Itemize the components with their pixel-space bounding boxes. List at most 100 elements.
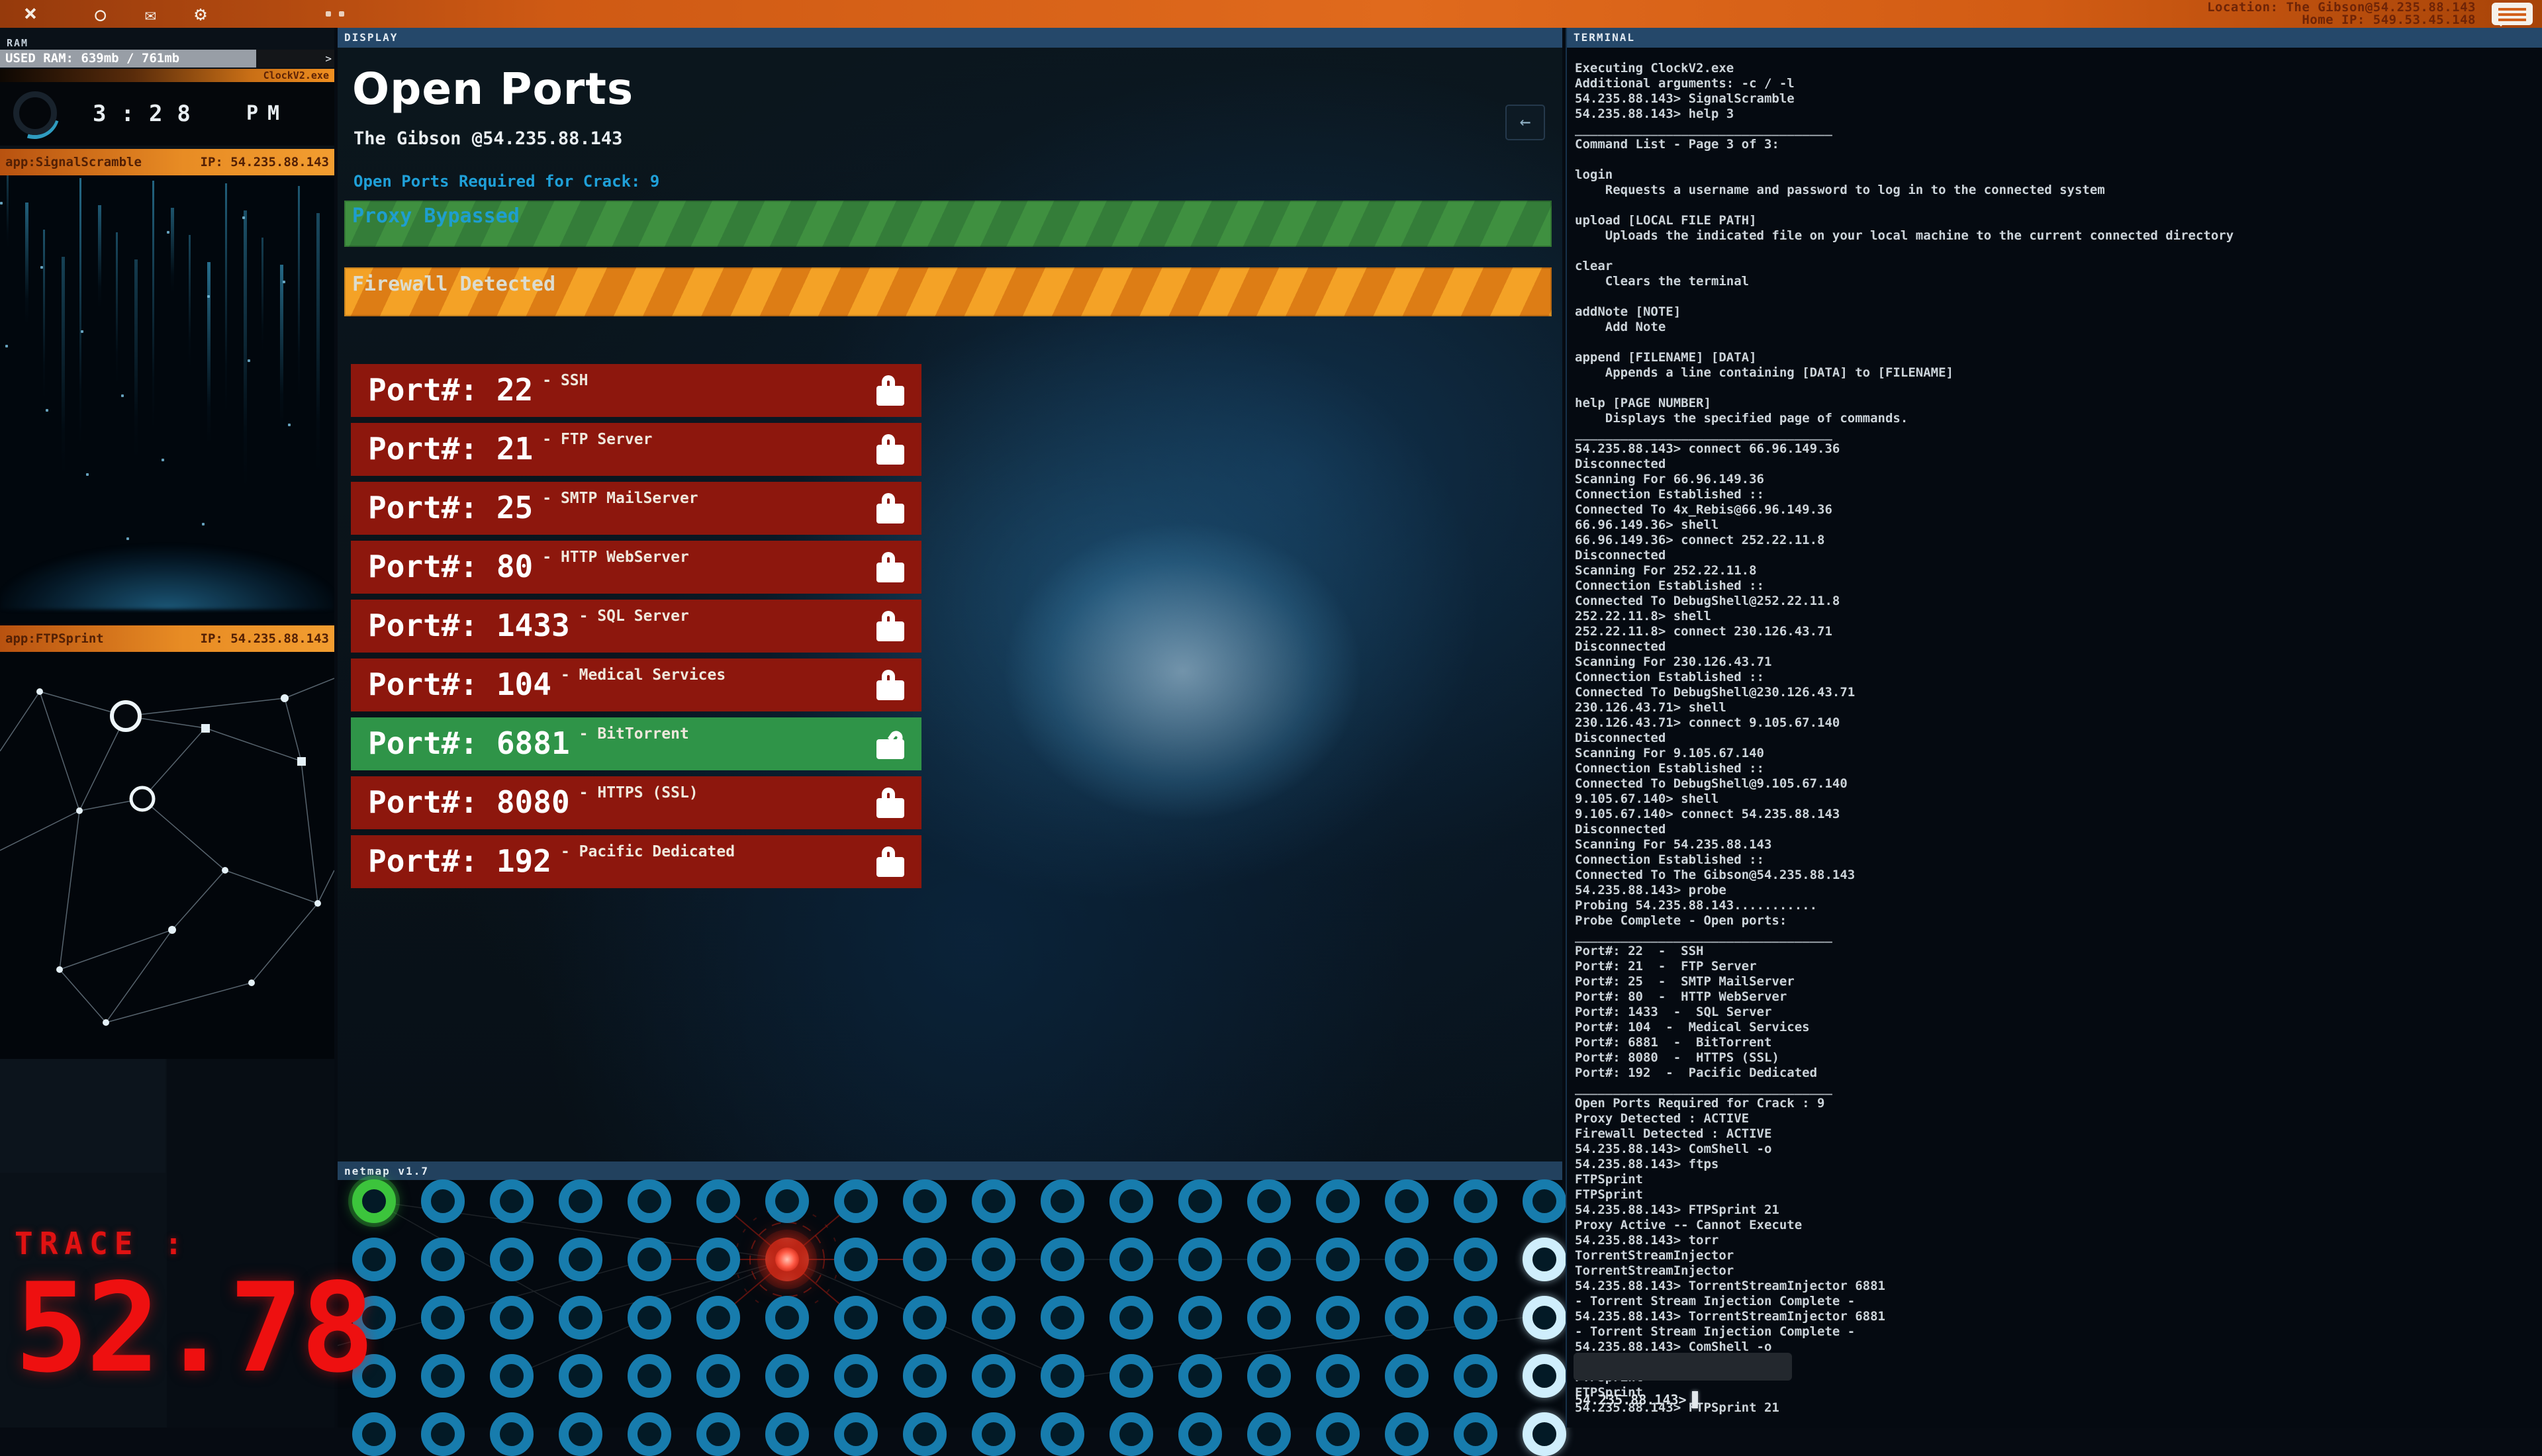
netmap-node[interactable] xyxy=(1316,1354,1360,1398)
netmap-node[interactable] xyxy=(1247,1412,1291,1456)
netmap-node[interactable] xyxy=(559,1179,602,1223)
netmap-node[interactable] xyxy=(1316,1296,1360,1340)
netmap-node[interactable] xyxy=(421,1412,465,1456)
netmap-node[interactable] xyxy=(1247,1238,1291,1281)
netmap-node[interactable] xyxy=(628,1296,671,1340)
netmap-node[interactable] xyxy=(490,1238,534,1281)
netmap-node[interactable] xyxy=(834,1179,878,1223)
irc-chat-icon[interactable] xyxy=(2492,3,2533,25)
close-icon[interactable]: × xyxy=(16,0,45,26)
netmap-node[interactable] xyxy=(490,1354,534,1398)
netmap-node[interactable] xyxy=(628,1354,671,1398)
netmap-node[interactable] xyxy=(421,1238,465,1281)
netmap-node[interactable] xyxy=(559,1354,602,1398)
netmap-node[interactable] xyxy=(1109,1238,1153,1281)
netmap-node[interactable] xyxy=(559,1238,602,1281)
netmap-node[interactable] xyxy=(696,1412,740,1456)
netmap-node[interactable] xyxy=(972,1179,1015,1223)
netmap-node[interactable] xyxy=(903,1412,947,1456)
power-icon[interactable]: ○ xyxy=(86,1,115,28)
netmap-node[interactable] xyxy=(903,1354,947,1398)
mail-icon[interactable]: ✉ xyxy=(136,1,165,28)
netmap-node[interactable] xyxy=(1178,1354,1222,1398)
netmap-node[interactable] xyxy=(1041,1238,1084,1281)
ram-expand-arrow[interactable]: > xyxy=(325,50,332,68)
netmap-node[interactable] xyxy=(1041,1296,1084,1340)
netmap-node[interactable] xyxy=(1109,1354,1153,1398)
netmap-node[interactable] xyxy=(972,1238,1015,1281)
port-row[interactable]: Port#: 6881- BitTorrent xyxy=(351,717,921,770)
netmap-node[interactable] xyxy=(1109,1296,1153,1340)
netmap-highlighted-node[interactable] xyxy=(1523,1296,1566,1340)
netmap-node[interactable] xyxy=(1385,1296,1429,1340)
netmap-node[interactable] xyxy=(628,1238,671,1281)
netmap-node[interactable] xyxy=(696,1238,740,1281)
netmap-node[interactable] xyxy=(1178,1296,1222,1340)
netmap-node[interactable] xyxy=(765,1296,809,1340)
netmap-node[interactable] xyxy=(696,1354,740,1398)
netmap-node[interactable] xyxy=(1247,1179,1291,1223)
netmap-node[interactable] xyxy=(1041,1412,1084,1456)
port-row[interactable]: Port#: 80- HTTP WebServer xyxy=(351,541,921,594)
port-row[interactable]: Port#: 1433- SQL Server xyxy=(351,600,921,653)
netmap-node[interactable] xyxy=(1454,1412,1497,1456)
netmap-node[interactable] xyxy=(972,1296,1015,1340)
netmap-node[interactable] xyxy=(490,1296,534,1340)
netmap-node[interactable] xyxy=(1247,1354,1291,1398)
netmap-node[interactable] xyxy=(1316,1412,1360,1456)
netmap-node[interactable] xyxy=(628,1412,671,1456)
netmap-node[interactable] xyxy=(765,1412,809,1456)
netmap-home-node[interactable] xyxy=(352,1179,396,1223)
netmap-node[interactable] xyxy=(765,1354,809,1398)
netmap-node[interactable] xyxy=(1385,1354,1429,1398)
netmap-node[interactable] xyxy=(972,1354,1015,1398)
netmap-node[interactable] xyxy=(1385,1412,1429,1456)
netmap-node[interactable] xyxy=(559,1296,602,1340)
display-back-button[interactable]: ← xyxy=(1505,105,1545,140)
netmap-node[interactable] xyxy=(1454,1354,1497,1398)
netmap-node[interactable] xyxy=(972,1412,1015,1456)
netmap-node[interactable] xyxy=(421,1354,465,1398)
netmap-node[interactable] xyxy=(1454,1238,1497,1281)
netmap-node[interactable] xyxy=(559,1412,602,1456)
netmap-node[interactable] xyxy=(1041,1354,1084,1398)
netmap-node[interactable] xyxy=(834,1296,878,1340)
netmap-node[interactable] xyxy=(903,1179,947,1223)
netmap-node[interactable] xyxy=(1454,1179,1497,1223)
netmap-node[interactable] xyxy=(421,1296,465,1340)
netmap-node[interactable] xyxy=(834,1354,878,1398)
netmap-node[interactable] xyxy=(1109,1179,1153,1223)
netmap-node[interactable] xyxy=(1385,1179,1429,1223)
netmap-node[interactable] xyxy=(1247,1296,1291,1340)
netmap-node[interactable] xyxy=(1523,1179,1566,1223)
netmap-node[interactable] xyxy=(696,1179,740,1223)
netmap-node[interactable] xyxy=(1316,1238,1360,1281)
netmap-node[interactable] xyxy=(903,1296,947,1340)
netmap-node[interactable] xyxy=(765,1179,809,1223)
terminal-prompt-bar[interactable]: 54.235.88.143> xyxy=(1575,1390,1698,1410)
netmap-node[interactable] xyxy=(1316,1179,1360,1223)
netmap-node[interactable] xyxy=(1178,1238,1222,1281)
netmap-highlighted-node[interactable] xyxy=(1523,1238,1566,1281)
netmap-node[interactable] xyxy=(628,1179,671,1223)
port-row[interactable]: Port#: 192- Pacific Dedicated xyxy=(351,835,921,888)
netmap-highlighted-node[interactable] xyxy=(1523,1412,1566,1456)
netmap-highlighted-node[interactable] xyxy=(1523,1354,1566,1398)
netmap-node[interactable] xyxy=(696,1296,740,1340)
netmap-node[interactable] xyxy=(834,1412,878,1456)
port-row[interactable]: Port#: 25- SMTP MailServer xyxy=(351,482,921,535)
netmap-node[interactable] xyxy=(834,1238,878,1281)
port-row[interactable]: Port#: 104- Medical Services xyxy=(351,659,921,711)
netmap-node[interactable] xyxy=(352,1412,396,1456)
gear-icon[interactable]: ⚙ xyxy=(186,1,215,28)
port-row[interactable]: Port#: 8080- HTTPS (SSL) xyxy=(351,776,921,829)
port-row[interactable]: Port#: 22- SSH xyxy=(351,364,921,417)
netmap-node[interactable] xyxy=(1178,1179,1222,1223)
netmap-compromised-node[interactable] xyxy=(765,1238,809,1281)
netmap-node[interactable] xyxy=(490,1412,534,1456)
netmap-node[interactable] xyxy=(421,1179,465,1223)
port-row[interactable]: Port#: 21- FTP Server xyxy=(351,423,921,476)
netmap-node[interactable] xyxy=(1454,1296,1497,1340)
netmap-node[interactable] xyxy=(1178,1412,1222,1456)
netmap-node[interactable] xyxy=(1385,1238,1429,1281)
